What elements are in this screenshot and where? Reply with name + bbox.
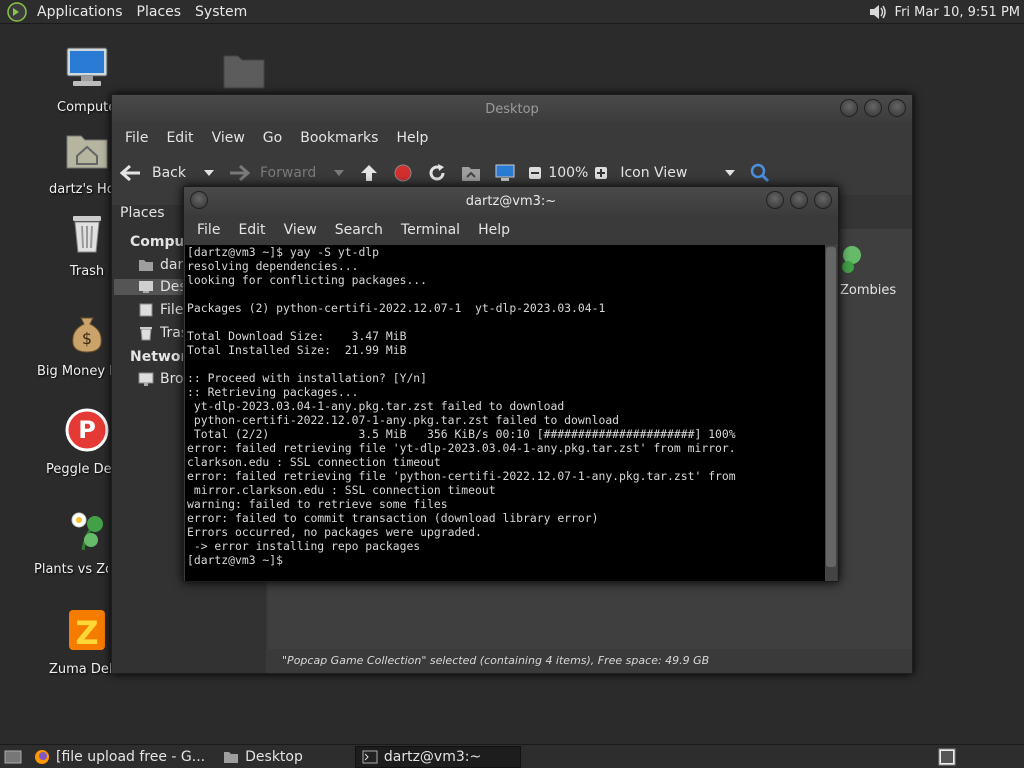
top-panel: Applications Places System Fri Mar 10, 9… [0,0,1024,24]
clock-area: Fri Mar 10, 9:51 PM [867,0,1020,24]
menu-edit[interactable]: Edit [229,222,274,238]
svg-text:P: P [78,416,96,444]
view-mode-select[interactable]: Icon View [620,165,737,181]
menu-bookmarks[interactable]: Bookmarks [291,130,387,146]
home-folder-icon [139,260,153,271]
task-label: [file upload free - G... [56,748,206,765]
scrollbar-thumb[interactable] [826,247,836,567]
menu-view[interactable]: View [275,222,326,238]
terminal-icon [362,750,378,763]
chevron-down-icon[interactable] [202,168,216,178]
desktop-icon-label: Computer [57,100,117,115]
back-label: Back [152,165,186,181]
desktop-icon [139,281,153,293]
window-title: Desktop [485,101,539,117]
chevron-down-icon [725,170,736,176]
close-button[interactable] [814,191,832,209]
menu-terminal[interactable]: Terminal [392,222,469,238]
money-bag-icon: $ [72,317,102,353]
home-icon[interactable] [460,163,482,183]
desktop-icon-label: Big Money Deluxe [37,364,111,379]
system-menu[interactable]: System [188,0,254,24]
computer-icon [66,47,108,86]
menu-help[interactable]: Help [387,130,437,146]
clock[interactable]: Fri Mar 10, 9:51 PM [895,5,1020,20]
up-arrow-icon[interactable] [358,163,380,183]
desktop-icon-label: Peggle Deluxe [46,462,112,477]
home-folder-icon [66,135,108,169]
show-desktop-icon[interactable] [4,749,22,765]
desktop-icon-label: Zuma Deluxe [49,662,111,677]
terminal-window: dartz@vm3:~ File Edit View Search Termin… [183,186,839,582]
file-manager-titlebar[interactable]: Desktop [112,95,912,123]
terminal-scrollbar[interactable] [825,245,837,581]
volume-icon[interactable] [867,1,889,23]
forward-button[interactable]: Forward [228,164,346,182]
workspace-switcher-icon[interactable] [938,748,956,766]
chevron-down-icon[interactable] [332,168,346,178]
reload-icon[interactable] [426,163,448,183]
plants-vs-zombies-icon[interactable] [838,241,866,281]
trash-icon [140,327,152,341]
maximize-button[interactable] [864,99,882,117]
file-manager-menubar: File Edit View Go Bookmarks Help [112,123,912,153]
drive-icon [139,303,153,317]
close-button[interactable] [888,99,906,117]
folder-icon [224,751,239,763]
zoom-control: 100% [528,165,608,181]
menu-file[interactable]: File [116,130,157,146]
window-controls [840,99,906,117]
window-menu-button[interactable] [190,191,208,209]
terminal-output: [dartz@vm3 ~]$ yay -S yt-dlp resolving d… [187,245,736,567]
zoom-out-icon[interactable] [528,166,542,180]
desktop-icon-label: Plants vs Zombies [34,562,108,577]
distro-logo-icon[interactable] [6,1,28,23]
menu-file[interactable]: File [188,222,229,238]
menu-help[interactable]: Help [469,222,519,238]
window-controls [766,191,832,209]
panel-menu: Applications Places System [30,0,254,24]
terminal-menubar: File Edit View Search Terminal Help [184,215,838,245]
svg-text:Z: Z [75,614,98,652]
sidebar-header[interactable]: Places [120,205,165,221]
desktop-folder-icon[interactable] [222,50,266,90]
task-label: dartz@vm3:~ [383,748,482,765]
zoom-in-icon[interactable] [594,166,608,180]
plants-vs-zombies-icon [71,512,103,551]
minimize-button[interactable] [766,191,784,209]
applications-menu[interactable]: Applications [30,0,130,24]
svg-text:$: $ [82,329,92,348]
bottom-taskbar: [file upload free - G... Desktop dartz@v… [0,744,1024,768]
terminal-screen[interactable]: [dartz@vm3 ~]$ yay -S yt-dlp resolving d… [185,245,827,581]
task-terminal[interactable]: dartz@vm3:~ [354,745,521,768]
peggle-icon: P [65,408,109,452]
menu-go[interactable]: Go [254,130,291,146]
search-icon[interactable] [749,163,771,183]
task-label: Desktop [245,748,303,765]
zoom-level: 100% [548,165,589,181]
places-menu[interactable]: Places [130,0,189,24]
terminal-titlebar[interactable]: dartz@vm3:~ [184,187,838,215]
maximize-button[interactable] [790,191,808,209]
menu-view[interactable]: View [203,130,254,146]
computer-icon[interactable] [494,163,516,183]
forward-label: Forward [260,165,317,181]
view-mode-value: Icon View [620,165,688,181]
status-bar: "Popcap Game Collection" selected (conta… [268,649,912,673]
task-browser[interactable]: [file upload free - G... [28,746,211,768]
firefox-icon [35,749,49,764]
task-desktop[interactable]: Desktop [217,746,309,768]
trash-icon [73,216,101,253]
menu-edit[interactable]: Edit [157,130,202,146]
arrow-left-icon [120,164,140,182]
file-label-partial: Zombies [840,283,897,298]
minimize-button[interactable] [840,99,858,117]
window-title: dartz@vm3:~ [465,193,557,209]
arrow-right-icon [230,164,250,182]
network-icon [138,372,154,386]
zuma-icon: Z [69,610,105,652]
menu-search[interactable]: Search [326,222,392,238]
stop-icon[interactable] [392,163,414,183]
back-button[interactable]: Back [120,164,216,182]
